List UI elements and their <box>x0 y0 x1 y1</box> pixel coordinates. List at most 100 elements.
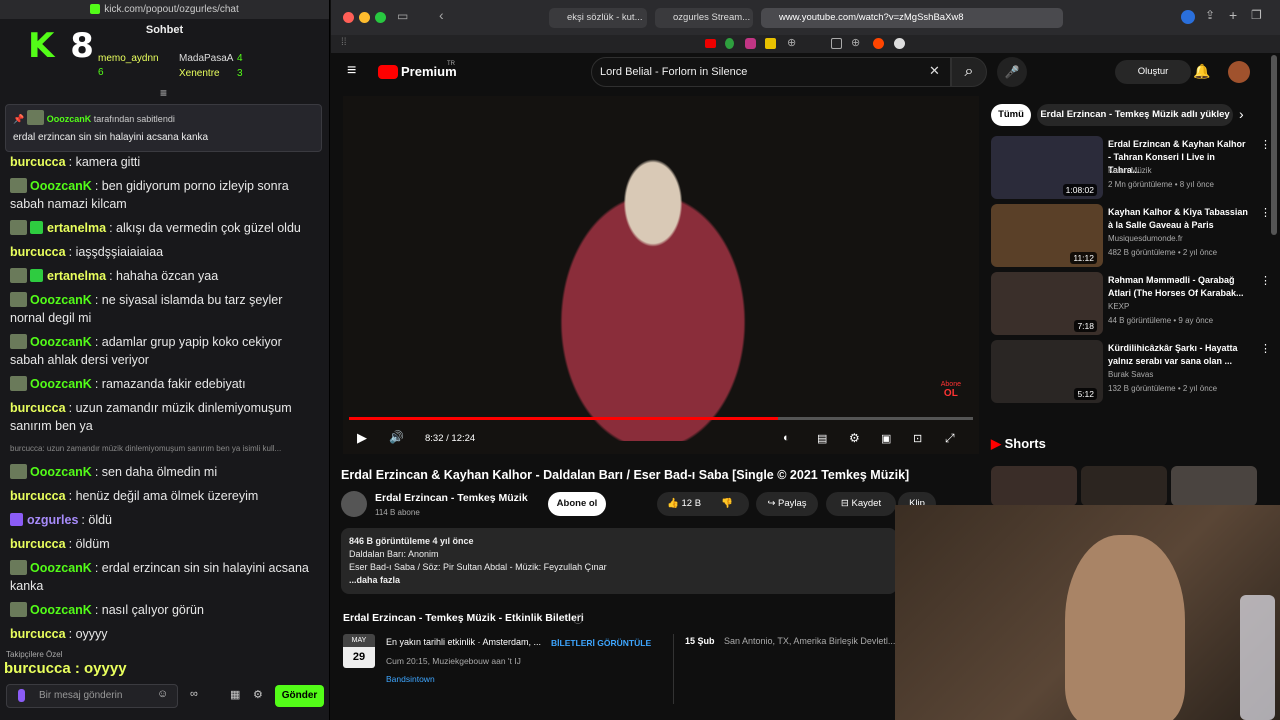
miniplayer-icon[interactable]: ▣ <box>881 432 891 445</box>
chat-username[interactable]: burcucca <box>10 401 66 415</box>
chat-username[interactable]: OoozcanK <box>30 603 92 617</box>
chat-username[interactable]: burcucca <box>10 627 66 641</box>
back-arrow-icon[interactable]: ‹ <box>439 7 444 23</box>
video-player[interactable]: Abone OL ▶ 🔊 8:32 / 12:24 ◐ ▤ ⚙ ▣ ⊡ ⤢ <box>343 96 979 454</box>
view-tickets-button[interactable]: BİLETLERİ GÖRÜNTÜLE <box>551 638 651 648</box>
sidebar-toggle-icon[interactable]: ▭ <box>397 9 408 23</box>
subtitles-icon[interactable]: ▤ <box>817 432 827 445</box>
chat-username[interactable]: ozgurles <box>27 513 78 527</box>
recommended-channel[interactable]: Musiquesdumonde.fr <box>1108 234 1183 243</box>
zoom-window-icon[interactable] <box>375 12 386 23</box>
chat-username[interactable]: burcucca <box>10 489 66 503</box>
airplay-icon[interactable]: ⊡ <box>913 432 922 445</box>
short-thumbnail-3[interactable] <box>1171 466 1257 506</box>
more-options-icon[interactable]: ⋮ <box>1260 342 1271 355</box>
create-button[interactable]: Oluştur <box>1115 60 1191 84</box>
url-bar[interactable]: kick.com/popout/ozgurles/chat <box>0 0 329 19</box>
recommended-video[interactable]: 7:18 Rəhman Məmmədli - Qarabağ Atlari (Th… <box>991 272 1273 340</box>
subscribe-button[interactable]: Abone ol <box>548 492 606 516</box>
frame-bookmark-icon[interactable] <box>831 38 842 49</box>
chip-channel-uploads[interactable]: Erdal Erzincan - Temkeş Müzik adlı yükle… <box>1037 104 1233 126</box>
like-icon[interactable]: 👍 <box>667 498 679 509</box>
globe-bookmark-icon[interactable]: ⊕ <box>787 36 796 49</box>
chat-message[interactable]: OoozcanK: adamlar grup yapip koko cekiyo… <box>0 330 326 372</box>
dislike-icon[interactable]: 👎 <box>721 492 733 516</box>
chat-username[interactable]: OoozcanK <box>30 179 92 193</box>
chat-message[interactable]: burcucca: öldüm <box>0 532 326 556</box>
save-button[interactable]: ⊟ Kaydet <box>826 492 896 516</box>
chat-message[interactable]: burcucca: kamera gitti <box>0 150 326 174</box>
eksi-bookmark-icon[interactable] <box>725 38 734 49</box>
note-bookmark-icon[interactable] <box>765 38 776 49</box>
channel-avatar[interactable] <box>341 491 367 517</box>
more-options-icon[interactable]: ⋮ <box>1260 206 1271 219</box>
instagram-bookmark-icon[interactable] <box>745 38 756 49</box>
chat-username[interactable]: OoozcanK <box>30 561 92 575</box>
shop-icon[interactable]: ▦ <box>230 688 240 701</box>
chat-message[interactable]: OoozcanK: ne siyasal islamda bu tarz şey… <box>0 288 326 330</box>
recommended-title[interactable]: Kayhan Kalhor & Kiya Tabassian à la Sall… <box>1108 206 1248 232</box>
mic-icon[interactable] <box>18 689 25 702</box>
avatar[interactable] <box>1228 61 1250 83</box>
subscribe-overlay[interactable]: Abone OL <box>941 381 961 399</box>
chat-message[interactable]: ertanelma: alkışı da vermedin çok güzel … <box>0 216 326 240</box>
chat-message[interactable]: OoozcanK: sen daha ölmedin mi <box>0 460 326 484</box>
chat-message[interactable]: OoozcanK: erdal erzincan sin sin halayin… <box>0 556 326 598</box>
chat-message[interactable]: OoozcanK: ramazanda fakir edebiyatı <box>0 372 326 396</box>
globe2-bookmark-icon[interactable]: ⊕ <box>851 36 860 49</box>
short-thumbnail-1[interactable] <box>991 466 1077 506</box>
info-icon[interactable]: ⓘ <box>573 611 583 626</box>
tab-youtube-active[interactable]: www.youtube.com/watch?v=zMgSshBaXw8 <box>761 8 1063 28</box>
chat-message[interactable]: ertanelma: hahaha özcan yaa <box>0 264 326 288</box>
menu-hamburger-icon[interactable]: ≡ <box>347 62 356 80</box>
reddit-bookmark-icon[interactable] <box>873 38 884 49</box>
github-bookmark-icon[interactable] <box>894 38 905 49</box>
volume-icon[interactable]: 🔊 <box>389 430 404 444</box>
chat-username[interactable]: OoozcanK <box>30 335 92 349</box>
show-more-link[interactable]: ...daha fazla <box>349 574 889 587</box>
chat-username[interactable]: burcucca <box>10 155 66 169</box>
emote-icon[interactable]: ☺ <box>157 688 168 700</box>
chat-message[interactable]: OoozcanK: nasıl çalıyor görün <box>0 598 326 622</box>
settings-gear-icon[interactable]: ⚙ <box>253 688 263 701</box>
chat-username[interactable]: ertanelma <box>47 269 106 283</box>
filter-icon[interactable]: ≡ <box>160 86 167 100</box>
event-name[interactable]: En yakın tarihli etkinlik · Amsterdam, .… <box>386 637 541 647</box>
share-button[interactable]: ↪ Paylaş <box>756 492 818 516</box>
recommended-channel[interactable]: Kalan Müzik <box>1108 166 1152 175</box>
fullscreen-icon[interactable]: ⤢ <box>945 431 955 446</box>
more-options-icon[interactable]: ⋮ <box>1260 138 1271 151</box>
chevron-right-icon[interactable]: › <box>1239 106 1244 122</box>
link-icon[interactable]: ∞ <box>190 688 198 700</box>
recommended-video[interactable]: 11:12 Kayhan Kalhor & Kiya Tabassian à la… <box>991 204 1273 272</box>
close-window-icon[interactable] <box>343 12 354 23</box>
voice-search-icon[interactable]: 🎤 <box>997 57 1027 87</box>
chat-username[interactable]: ertanelma <box>47 221 106 235</box>
play-icon[interactable]: ▶ <box>357 430 367 446</box>
chat-username[interactable]: OoozcanK <box>30 465 92 479</box>
chat-username[interactable]: burcucca <box>10 245 66 259</box>
extension-icon[interactable] <box>1181 10 1195 24</box>
more-options-icon[interactable]: ⋮ <box>1260 274 1271 287</box>
channel-name[interactable]: Erdal Erzincan - Temkeş Müzik <box>375 492 528 504</box>
autoplay-toggle-icon[interactable]: ◐ <box>783 432 790 444</box>
new-tab-icon[interactable]: + <box>1229 7 1237 23</box>
minimize-window-icon[interactable] <box>359 12 370 23</box>
bookmarks-menu-icon[interactable]: ⁞⁞ <box>341 37 347 48</box>
pinned-message[interactable]: 📌 OoozcanK tarafından sabitlendi erdal e… <box>5 104 322 152</box>
event-source-link[interactable]: Bandsintown <box>386 674 435 684</box>
chat-message[interactable]: burcucca: henüz değil ama ölmek üzereyim <box>0 484 326 508</box>
chip-all[interactable]: Tümü <box>991 104 1031 126</box>
notifications-bell-icon[interactable]: 🔔 <box>1193 63 1210 80</box>
youtube-logo-icon[interactable] <box>378 65 398 79</box>
tab-eksi[interactable]: ekşi sözlük - kut... <box>549 8 647 28</box>
chat-message[interactable]: OoozcanK: ben gidiyorum porno izleyip so… <box>0 174 326 216</box>
chat-message[interactable]: ozgurles: öldü <box>0 508 326 532</box>
tab-overview-icon[interactable]: ❐ <box>1251 8 1262 22</box>
chat-username[interactable]: OoozcanK <box>30 293 92 307</box>
share-icon[interactable]: ⇪ <box>1205 8 1215 22</box>
clear-search-icon[interactable]: ✕ <box>929 63 940 79</box>
recommended-video[interactable]: 1:08:02 Erdal Erzincan & Kayhan Kalhor - … <box>991 136 1273 204</box>
event2-place[interactable]: San Antonio, TX, Amerika Birleşik Devlet… <box>724 636 895 646</box>
chat-input[interactable]: Bir mesaj gönderin <box>6 684 178 708</box>
